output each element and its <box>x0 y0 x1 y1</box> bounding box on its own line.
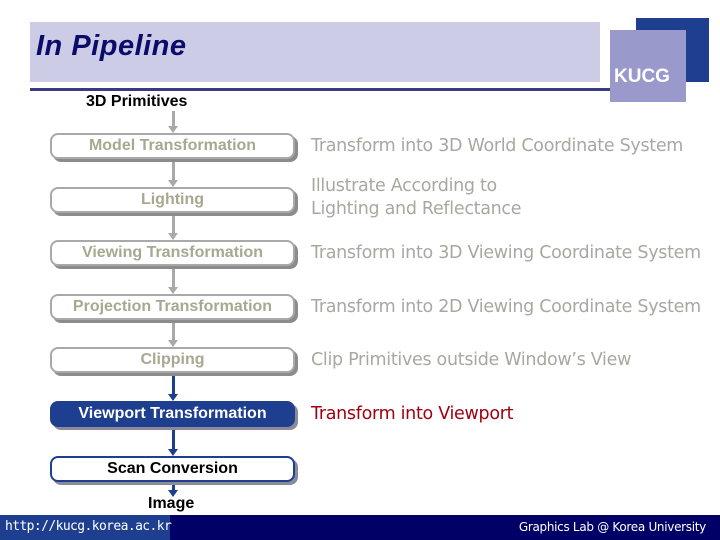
stage-label: Lighting <box>140 191 205 208</box>
pipeline-output-label: Image <box>148 495 195 512</box>
connector-line <box>172 161 175 181</box>
connector-line <box>172 322 175 341</box>
stage-description-viewport: Transform into Viewport <box>311 404 514 424</box>
arrow-down-icon <box>168 449 178 456</box>
connector-line <box>172 268 175 288</box>
pipeline-input-label: 3D Primitives <box>86 93 188 110</box>
arrow-down-icon <box>168 287 178 294</box>
stage-scan-conversion: Scan Conversion <box>50 456 295 482</box>
arrow-down-icon <box>168 180 178 187</box>
stage-lighting: Lighting <box>50 187 295 213</box>
stage-clipping: Clipping <box>50 347 295 373</box>
arrow-down-icon <box>168 394 178 401</box>
stage-label: Projection Transformation <box>72 298 273 315</box>
arrow-down-icon <box>168 233 178 240</box>
footer-lab-name: Graphics Lab @ Korea University <box>518 520 706 534</box>
arrow-down-icon <box>168 340 178 347</box>
stage-label: Viewing Transformation <box>81 244 264 261</box>
stage-projection-transformation: Projection Transformation <box>50 294 295 320</box>
stage-description-projection: Transform into 2D Viewing Coordinate Sys… <box>311 297 701 317</box>
description-line: Lighting and Reflectance <box>311 199 522 219</box>
connector-line <box>172 373 175 395</box>
stage-description-viewing: Transform into 3D Viewing Coordinate Sys… <box>311 243 701 263</box>
connector-line <box>172 429 175 450</box>
stage-label: Clipping <box>140 351 205 368</box>
stage-viewport-transformation: Viewport Transformation <box>50 401 295 427</box>
arrow-down-icon <box>168 126 178 133</box>
stage-model-transformation: Model Transformation <box>50 133 295 159</box>
connector-line <box>172 215 175 234</box>
stage-description-lighting: Illustrate According to Lighting and Ref… <box>311 175 522 221</box>
kucg-logo: KUCG <box>614 66 670 87</box>
stage-label: Scan Conversion <box>107 460 238 477</box>
stage-viewing-transformation: Viewing Transformation <box>50 240 295 266</box>
stage-label: Model Transformation <box>88 137 257 154</box>
footer-url: http://kucg.korea.ac.kr <box>5 519 172 534</box>
description-line: Illustrate According to <box>311 176 497 196</box>
stage-description-model: Transform into 3D World Coordinate Syste… <box>311 136 684 156</box>
connector-line <box>172 111 175 127</box>
header-divider <box>30 88 620 91</box>
stage-description-clipping: Clip Primitives outside Window’s View <box>311 350 632 370</box>
stage-label: Viewport Transformation <box>78 405 267 422</box>
slide-title: In Pipeline <box>36 30 187 62</box>
